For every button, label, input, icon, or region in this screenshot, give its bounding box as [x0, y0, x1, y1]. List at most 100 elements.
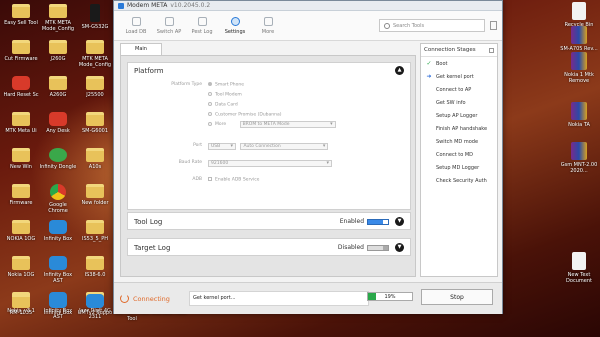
target-log-card: Target Log Disabled ▼	[127, 238, 411, 256]
port-selects: USB Auto Connection	[208, 143, 329, 150]
chevron-down-icon[interactable]: ▼	[395, 217, 404, 226]
app-icon	[86, 294, 104, 308]
option-more[interactable]: More BROM to META Mode	[208, 121, 336, 128]
desktop-icon-label: SM-G532G	[81, 24, 109, 30]
more-mode-select[interactable]: BROM to META Mode	[239, 121, 336, 128]
desktop-icon-label: RM-1035	[9, 310, 33, 316]
desktop-icon[interactable]: Nokia 1 Mtk Remove	[560, 50, 598, 94]
check-icon: ✓	[426, 60, 432, 67]
platform-card: Platform ▲ Platform Type Smart Phone Too…	[127, 62, 411, 210]
stage-item: Finish AP handshake	[421, 122, 497, 135]
stage-item: ✓ Boot	[421, 57, 497, 70]
option-tool-modem[interactable]: Tool Modem	[208, 92, 242, 98]
port-select[interactable]: USB	[208, 143, 236, 150]
option-label: Data Card	[215, 102, 238, 108]
stage-label: Check Security Auth	[436, 177, 487, 184]
chevron-down-icon[interactable]: ▼	[395, 243, 404, 252]
desktop-icon[interactable]: UMTv2 Suppo	[76, 292, 114, 336]
switch-ap-button[interactable]: Switch AP	[153, 13, 185, 39]
desktop-icon-label: Infinity Box AST	[43, 272, 73, 284]
load-db-label: Load DB	[125, 28, 147, 35]
option-label: Tool Modem	[215, 92, 242, 98]
option-data-card[interactable]: Data Card	[208, 102, 238, 108]
desktop-icon[interactable]: New Text Document	[560, 250, 598, 294]
target-log-title: Target Log	[134, 243, 171, 252]
folder-icon	[12, 220, 30, 234]
stop-button[interactable]: Stop	[421, 289, 493, 305]
desktop-icon[interactable]: RM-1035	[2, 292, 40, 336]
port-mode-select[interactable]: Auto Connection	[240, 143, 329, 150]
app-icon	[49, 220, 67, 234]
folder-icon	[86, 40, 104, 54]
pest-log-label: Pest Log	[191, 28, 213, 35]
more-button[interactable]: More	[252, 13, 284, 39]
platform-type-label: Platform Type	[171, 82, 202, 87]
radio-icon	[208, 92, 212, 96]
folder-icon	[86, 184, 104, 198]
tool-log-header[interactable]: Tool Log Enabled ▼	[128, 213, 410, 230]
option-label: Smart Phone	[215, 82, 244, 88]
target-log-header[interactable]: Target Log Disabled ▼	[128, 239, 410, 256]
option-smart-phone[interactable]: Smart Phone	[208, 82, 244, 88]
spinner-icon	[120, 294, 129, 303]
desktop-icon-label: SM-G6001	[81, 128, 109, 134]
search-icon	[384, 22, 390, 29]
red-icon	[49, 112, 67, 126]
option-label: More	[215, 122, 227, 127]
stage-list: ✓ Boot ➜ Get kernel port Connect to AP Get SW…	[421, 57, 497, 187]
stage-label: Get SW info	[436, 99, 466, 106]
stages-title: Connection Stages	[424, 47, 476, 53]
desktop-icon-label: New Text Document	[566, 272, 592, 284]
platform-header[interactable]: Platform ▲	[128, 63, 410, 78]
desktop-icon-label: NOKIA 1OG	[6, 236, 36, 242]
target-log-toggle[interactable]	[367, 244, 389, 251]
search-input[interactable]: Search Tools	[379, 19, 485, 32]
baud-label: Baud Rate	[178, 160, 202, 165]
phone-icon	[90, 4, 100, 22]
load-db-button[interactable]: Load DB	[120, 13, 152, 39]
tab-main[interactable]: Main	[120, 43, 162, 55]
desktop-icon[interactable]: Infinity Box	[39, 292, 77, 336]
desktop-icon-label: Gsm MNT-2.00 2020...	[560, 162, 598, 174]
desktop-icon-label: A10s	[88, 164, 102, 170]
desktop-icon-label: Hard Reset Sc	[3, 92, 39, 98]
tool-log-toggle[interactable]	[367, 218, 389, 225]
desktop-icon-label: Infinity Dongle	[39, 164, 77, 170]
progress-bar: 19%	[367, 292, 413, 301]
exit-icon[interactable]	[490, 21, 497, 30]
stage-item: Get SW info	[421, 96, 497, 109]
stage-label: Get kernel port	[436, 73, 474, 80]
title-bar[interactable]: Modem META v10.2045.0.2	[114, 1, 502, 11]
adb-checkbox[interactable]: Enable ADB Service	[208, 177, 259, 183]
desktop-icon-label: A260G	[49, 92, 67, 98]
desktop-icon-label: Nokia TA	[568, 122, 590, 128]
radio-icon	[208, 112, 212, 116]
desktop-icon[interactable]: Nokia TA	[560, 100, 598, 144]
chevron-up-icon[interactable]: ▲	[395, 66, 404, 75]
settings-button[interactable]: Settings	[219, 13, 251, 39]
option-customer[interactable]: Customer Promise (Dubanna)	[208, 112, 282, 118]
stage-label: Setup MD Logger	[436, 164, 480, 171]
more-label: More	[261, 28, 275, 35]
folder-icon	[86, 148, 104, 162]
desktop-icon-label: MTK META Mode_Config	[78, 56, 112, 68]
app-icon	[49, 256, 67, 270]
connection-stages-panel: Connection Stages ✓ Boot ➜ Get kernel port C…	[420, 43, 498, 277]
folder-icon	[12, 40, 30, 54]
folder-icon	[12, 4, 30, 18]
desktop-icon-label: MTK Meta Ui	[5, 128, 37, 134]
folder-icon	[49, 76, 67, 90]
stage-label: Connect to MD	[436, 151, 474, 158]
pin-icon[interactable]	[489, 47, 494, 53]
desktop-icon-label: Any Desk	[46, 128, 70, 134]
baud-rate-select[interactable]: 921600	[208, 160, 332, 167]
tool-log-card: Tool Log Enabled ▼	[127, 212, 411, 230]
folder-icon	[86, 112, 104, 126]
rar-icon	[571, 52, 587, 70]
desktop-icon-label: Infinity Box	[43, 310, 73, 316]
baud-select-wrap: 921600	[208, 160, 332, 167]
status-bar: Connecting Get kernel port... 19% Stop	[114, 282, 502, 314]
radio-icon	[208, 102, 212, 106]
desktop-icon[interactable]: Gsm MNT-2.00 2020...	[560, 140, 598, 184]
pest-log-button[interactable]: Pest Log	[186, 13, 218, 39]
